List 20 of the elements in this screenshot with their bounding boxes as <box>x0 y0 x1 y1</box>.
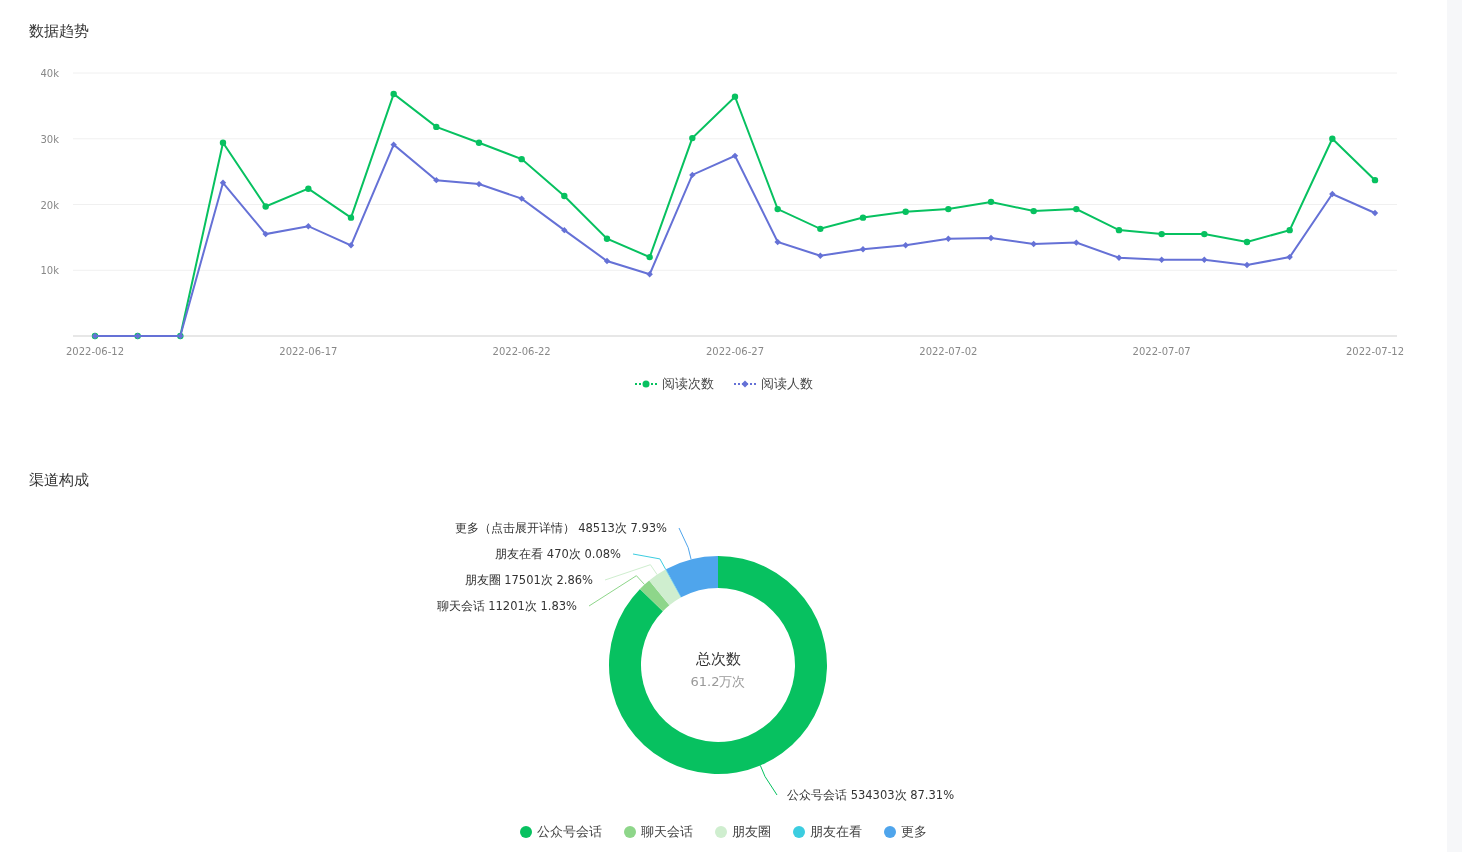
section-title: 渠道构成 <box>28 470 90 490</box>
x-axis-label: 2022-07-12 <box>1345 346 1405 357</box>
y-axis-label: 30k <box>40 133 59 145</box>
slice-label: 聊天会话 11201次 1.83% <box>436 599 577 613</box>
y-axis-label: 20k <box>40 199 59 211</box>
x-axis-label: 2022-06-27 <box>705 346 765 357</box>
slice-label: 更多（点击展开详情） 48513次 7.93% <box>454 521 667 535</box>
center-title: 总次数 <box>695 650 741 668</box>
x-axis-label: 2022-06-22 <box>492 346 551 357</box>
slice-label: 朋友圈 17501次 2.86% <box>464 573 593 587</box>
slice-label: 公众号会话 534303次 87.31% <box>787 788 955 802</box>
x-axis-label: 2022-07-07 <box>1132 346 1191 357</box>
center-value: 61.2万次 <box>690 674 746 689</box>
section-title: 数据趋势 <box>28 21 90 41</box>
y-axis-label: 10k <box>40 265 59 277</box>
x-axis-label: 2022-06-12 <box>65 346 125 357</box>
slice-label: 朋友在看 470次 0.08% <box>495 547 621 561</box>
y-axis-label: 40k <box>40 68 59 79</box>
x-axis-label: 2022-07-02 <box>919 346 978 357</box>
x-axis-label: 2022-06-17 <box>279 346 338 357</box>
